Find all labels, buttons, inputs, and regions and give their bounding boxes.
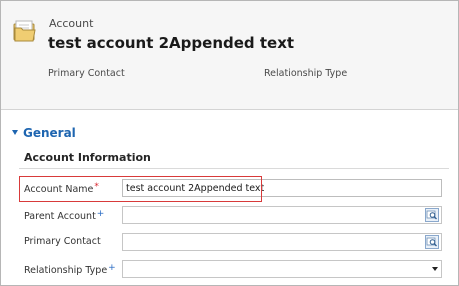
- record-header: Account test account 2Appended text Prim…: [1, 1, 458, 110]
- header-primary-contact[interactable]: Primary Contact: [48, 68, 125, 79]
- divider: [19, 168, 449, 169]
- record-form: Account test account 2Appended text Prim…: [0, 0, 459, 286]
- account-name-row: Account Name* test account 2Appended tex…: [1, 178, 458, 200]
- relationship-type-label-text: Relationship Type: [24, 265, 108, 276]
- relationship-type-label: Relationship Type+: [24, 263, 116, 276]
- recommended-marker: +: [96, 209, 105, 219]
- account-name-field[interactable]: test account 2Appended text: [122, 179, 442, 197]
- account-name-label: Account Name*: [24, 182, 99, 195]
- entity-type-label: Account: [49, 17, 94, 30]
- lookup-icon[interactable]: [425, 235, 439, 249]
- account-name-label-text: Account Name: [24, 184, 94, 195]
- subsection-title: Account Information: [24, 151, 151, 164]
- section-title: General: [23, 126, 76, 140]
- caret-down-icon: [12, 130, 18, 135]
- parent-account-label: Parent Account+: [24, 209, 104, 222]
- required-marker: *: [94, 182, 99, 192]
- section-general-toggle[interactable]: General: [12, 126, 76, 140]
- lookup-icon[interactable]: [425, 208, 439, 222]
- parent-account-row: Parent Account+: [1, 205, 458, 227]
- parent-account-label-text: Parent Account: [24, 211, 96, 222]
- recommended-marker: +: [108, 263, 116, 273]
- primary-contact-lookup[interactable]: [122, 233, 442, 251]
- primary-contact-row: Primary Contact: [1, 232, 458, 254]
- primary-contact-label: Primary Contact: [24, 236, 101, 247]
- chevron-down-icon[interactable]: [432, 267, 438, 271]
- relationship-type-select[interactable]: [122, 260, 442, 278]
- relationship-type-row: Relationship Type+: [1, 259, 458, 281]
- header-relationship-type[interactable]: Relationship Type: [264, 68, 347, 79]
- record-title: test account 2Appended text: [48, 34, 295, 52]
- folder-icon: [12, 16, 40, 44]
- parent-account-lookup[interactable]: [122, 206, 442, 224]
